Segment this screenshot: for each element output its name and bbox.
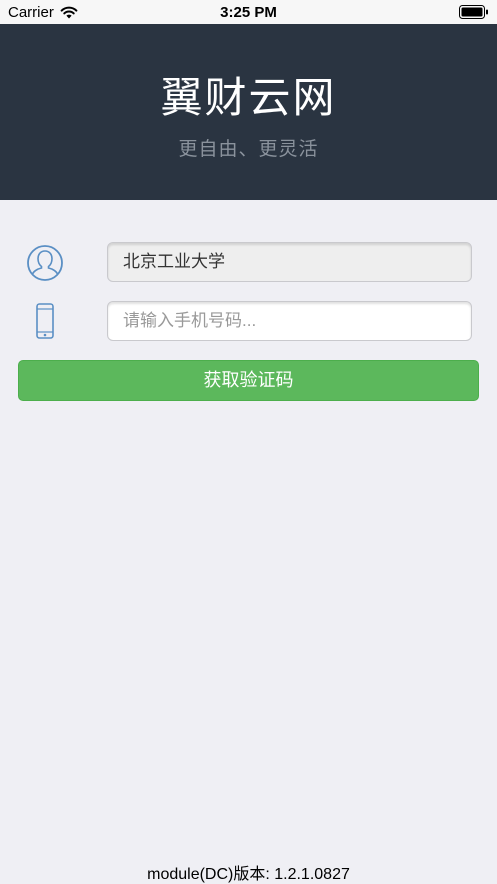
app-header: 翼财云网 更自由、更灵活 [0,24,497,200]
version-label: module(DC)版本: 1.2.1.0827 [147,866,350,883]
status-bar: Carrier 3:25 PM [0,0,497,24]
battery-icon [459,5,489,24]
school-field[interactable]: 北京工业大学 [107,242,472,282]
user-icon [24,242,66,284]
app-subtitle: 更自由、更灵活 [178,139,319,160]
phone-number-input[interactable] [107,301,472,341]
status-time: 3:25 PM [220,4,277,21]
app-title: 翼财云网 [160,74,337,121]
get-verification-code-button[interactable]: 获取验证码 [18,360,479,401]
phone-icon [24,301,66,343]
